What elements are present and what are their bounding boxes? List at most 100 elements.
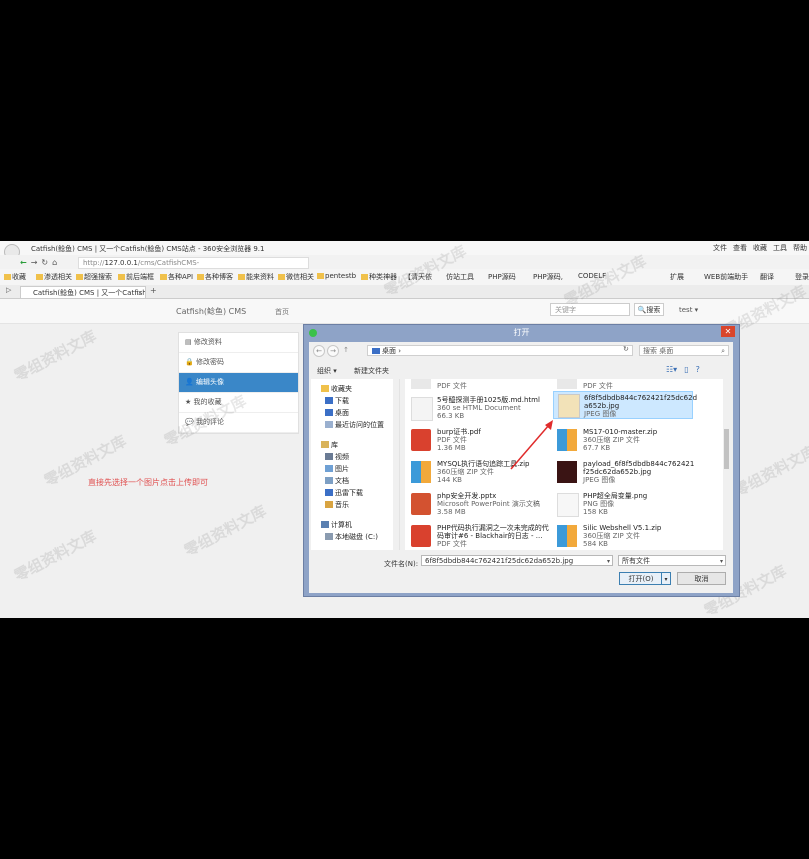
bookmark-item[interactable]: 渗透相关 [36,272,72,282]
file-item[interactable]: MYSQL执行语句追踪工具.zip 360压缩 ZIP 文件 144 KB [407,457,547,489]
tree-item-music[interactable]: 音乐 [321,499,399,511]
tab-list-icon[interactable]: ▷ [6,286,11,294]
scrollbar-thumb[interactable] [724,429,729,469]
help-icon[interactable]: ? [696,365,700,374]
up-icon[interactable]: ↑ [341,345,351,355]
view-mode-icon[interactable]: ☷▾ [666,365,677,374]
open-options-icon[interactable]: ▾ [661,572,671,585]
preview-pane-icon[interactable]: ▯ [684,365,688,374]
dialog-search-input[interactable]: 搜索 桌面 ⌕ [639,345,729,356]
site-search-input[interactable]: 关键字 [550,303,630,316]
filetype-select[interactable]: 所有文件 ▾ [618,555,726,566]
file-item[interactable]: payload_6f8f5dbdb844c762421 f25dc62da652… [553,457,694,489]
menu-tools[interactable]: 工具 [773,243,787,253]
bookmark-item[interactable]: 收藏 [4,272,26,282]
dialog-body: ← → ↑ 桌面 › ↻ 搜索 桌面 ⌕ 组织 ▾ 新建文件夹 ☷▾ ▯ ? 收藏… [309,342,733,593]
file-item[interactable]: php安全开发.pptx Microsoft PowerPoint 演示文稿 3… [407,489,547,521]
filename-label: 文件名(N): [384,560,419,568]
tree-item-videos[interactable]: 视频 [321,451,399,463]
tree-item-documents[interactable]: 文档 [321,475,399,487]
menu-file[interactable]: 文件 [713,243,727,253]
image-thumbnail-icon [557,493,579,517]
image-thumbnail-icon [558,394,580,418]
url-input[interactable]: http://127.0.0.1/cms/CatfishCMS-4.6.12/u… [78,257,309,277]
user-menu[interactable]: test ▾ [679,306,698,314]
forward-icon[interactable]: → [31,258,38,267]
tree-item-recent[interactable]: 最近访问的位置 [321,419,399,431]
site-logo[interactable]: Catfish(鲶鱼) CMS [176,306,246,317]
tree-item-libraries[interactable]: 库 [321,439,399,451]
tree-item-drive-c[interactable]: 本地磁盘 (C:) [321,531,399,543]
open-button[interactable]: 打开(O) [619,572,663,585]
home-icon[interactable]: ⌂ [52,258,57,267]
dialog-path[interactable]: 桌面 › [367,345,633,356]
filename-input[interactable]: 6f8f5dbdb844c762421f25dc62da652b.jpg ▾ [421,555,613,566]
bookmarks-bar: 收藏 渗透相关 超强搜索 前后端框 各种API 各种博客 能来资料 微信相关 p… [0,269,809,286]
tab-catfish[interactable]: Catfish(鲶鱼) CMS | 又一个Catfish × [20,286,146,298]
bookmark-item[interactable]: 前后端框 [118,272,154,282]
pdf-icon [557,379,577,389]
back-icon[interactable]: ← [313,345,325,357]
menu-favorites[interactable]: 收藏 [753,243,767,253]
bookmark-item[interactable]: PHP源码 [488,272,516,282]
reload-icon[interactable]: ↻ [41,258,48,267]
sidebar-item-edit-avatar[interactable]: 👤 编辑头像 [179,373,298,393]
organize-button[interactable]: 组织 ▾ [317,366,337,376]
tree-item-desktop[interactable]: 桌面 [321,407,399,419]
tree-item-pictures[interactable]: 图片 [321,463,399,475]
tree-item-computer[interactable]: 计算机 [321,519,399,531]
bookmark-item[interactable]: 超强搜索 [76,272,112,282]
translate-button[interactable]: 翻译 [760,272,774,282]
menu-help[interactable]: 帮助 [793,243,807,253]
refresh-icon[interactable]: ↻ [623,345,629,353]
bookmark-item[interactable]: 【清天依 [404,272,432,282]
tree-item-favorites[interactable]: 收藏夹 [321,383,399,395]
file-item[interactable]: PHP代码执行漏洞之一次未完成的代码审计#6 - Blackhair的日志 - … [407,521,549,550]
star-icon [321,385,329,392]
bookmark-item[interactable]: 仿站工具 [446,272,474,282]
document-icon [325,477,333,484]
bookmark-item[interactable]: 种类神器 [361,272,397,282]
tree-item-downloads[interactable]: 下载 [321,395,399,407]
file-item[interactable]: burp证书.pdf PDF 文件 1.36 MB [407,425,547,457]
sidebar-item-change-password[interactable]: 🔒 修改密码 [179,353,298,373]
bookmark-item[interactable]: 微信相关 [278,272,314,282]
file-list-scrollbar[interactable] [723,379,730,550]
new-folder-button[interactable]: 新建文件夹 [354,366,389,376]
sidebar-item-favorites[interactable]: ★ 我的收藏 [179,393,298,413]
bookmark-item[interactable]: 各种博客 [197,272,233,282]
sidebar-item-edit-profile[interactable]: ▤ 修改资料 [179,333,298,353]
file-item[interactable]: PHP超全局变量.png PNG 图像 158 KB [553,489,693,521]
bookmark-item[interactable]: 能来资料 [238,272,274,282]
bookmark-item[interactable]: pentestb [317,272,356,280]
bookmark-item[interactable]: PHP源码, [533,272,563,282]
folder-icon [317,273,324,279]
chevron-down-icon[interactable]: ▾ [720,556,723,567]
tab-close-icon[interactable]: × [137,287,143,298]
back-icon[interactable]: ← [20,258,27,267]
new-tab-button[interactable]: + [150,286,157,295]
web-helper-button[interactable]: WEB前端助手 [704,272,748,282]
zip-icon [557,429,577,451]
tree-item-thunder[interactable]: 迅雷下载 [321,487,399,499]
forward-icon[interactable]: → [327,345,339,357]
dialog-close-button[interactable]: ✕ [721,326,735,337]
file-item[interactable]: 5号醯探测手册1025版.md.html 360 se HTML Documen… [407,393,547,425]
file-name: MYSQL执行语句追踪工具.zip [437,460,530,468]
extensions-button[interactable]: 扩展 [670,272,684,282]
cancel-button[interactable]: 取消 [677,572,726,585]
menu-view[interactable]: 查看 [733,243,747,253]
chevron-down-icon[interactable]: ▾ [607,556,610,567]
file-item[interactable]: MS17-010-master.zip 360压缩 ZIP 文件 67.7 KB [553,425,693,457]
file-item[interactable]: Silic Webshell V5.1.zip 360压缩 ZIP 文件 584… [553,521,693,550]
bookmark-item[interactable]: CODELF [578,272,606,280]
sidebar-item-comments[interactable]: 💬 我的评论 [179,413,298,433]
file-type: 360 se HTML Document [437,404,521,412]
login-button[interactable]: 登录 [795,272,809,282]
file-size: 66.3 KB [437,412,465,420]
bookmark-item[interactable]: 各种API [160,272,193,282]
site-search-button[interactable]: 🔍搜索 [634,303,664,316]
tree-scrollbar[interactable] [393,379,399,550]
file-item-selected[interactable]: 6f8f5dbdb844c762421f25dc62d a652b.jpg JP… [553,391,697,419]
home-link[interactable]: 首页 [275,307,289,317]
